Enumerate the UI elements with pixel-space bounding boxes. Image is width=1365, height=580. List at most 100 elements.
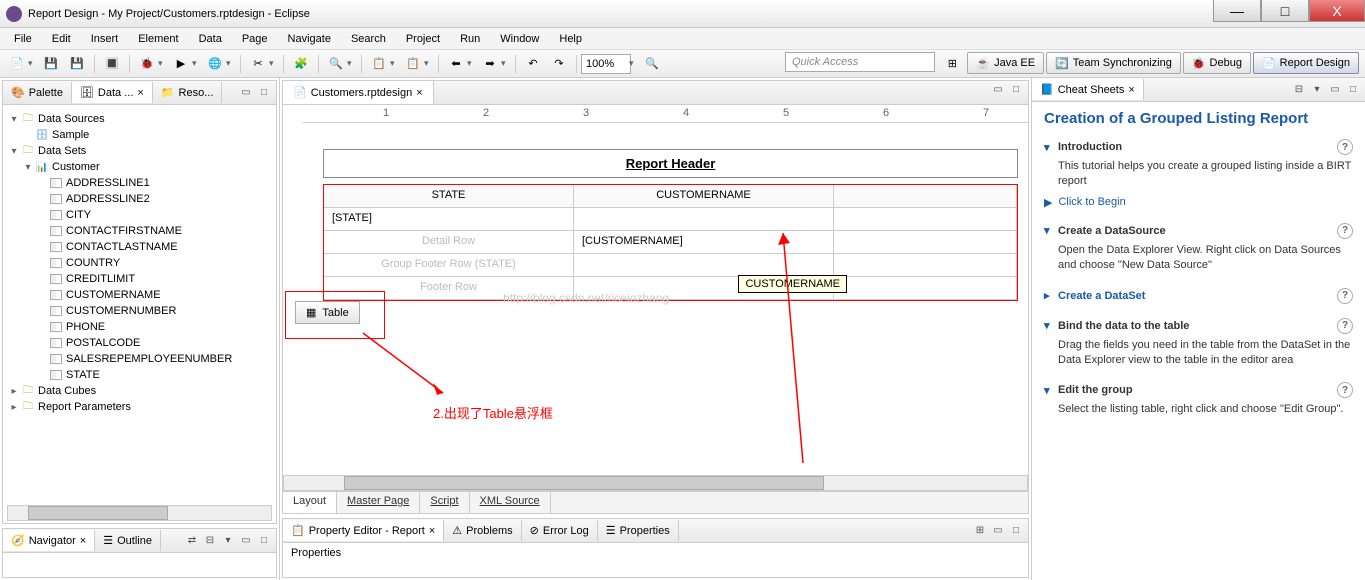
col-state-header[interactable]: STATE	[324, 185, 574, 207]
minimize-view-icon[interactable]: ▭	[990, 523, 1006, 539]
redo-button[interactable]: ↷	[547, 53, 571, 75]
report-canvas[interactable]: Report Header STATE CUSTOMERNAME [STATE]…	[283, 123, 1028, 475]
nav2-button[interactable]: 📋	[401, 53, 425, 75]
dropdown-icon[interactable]: ▾	[226, 58, 236, 69]
cheat-step-header[interactable]: ▸Create a DataSet?	[1044, 288, 1353, 304]
tree-column[interactable]: SALESREPEMPLOYEENUMBER	[7, 351, 272, 367]
dropdown-icon[interactable]: ▾	[467, 58, 477, 69]
tree-column[interactable]: CUSTOMERNUMBER	[7, 303, 272, 319]
close-icon[interactable]: ×	[429, 525, 435, 537]
maximize-view-icon[interactable]: □	[256, 533, 272, 549]
tab-navigator[interactable]: 🧭Navigator×	[3, 530, 95, 551]
toggle-icon[interactable]: ⊞	[972, 523, 988, 539]
tree-sample[interactable]: Sample	[52, 129, 89, 141]
detail-customername-cell[interactable]: [CUSTOMERNAME]	[574, 231, 834, 253]
minimize-view-icon[interactable]: ▭	[1327, 82, 1343, 98]
tab-layout[interactable]: Layout	[283, 492, 337, 513]
tab-property-editor[interactable]: 📋Property Editor - Report×	[283, 520, 444, 541]
cheat-step-header[interactable]: ▾Create a DataSource?	[1044, 223, 1353, 239]
menu-window[interactable]: Window	[490, 30, 549, 48]
saveall-button[interactable]: 💾	[65, 53, 89, 75]
debug-button[interactable]: 🐞	[135, 53, 159, 75]
menu-file[interactable]: File	[4, 30, 42, 48]
group-header-cell[interactable]: [STATE]	[324, 208, 574, 230]
dropdown-icon[interactable]: ▾	[28, 58, 38, 69]
dropdown-icon[interactable]: ▾	[629, 58, 639, 69]
tree-column[interactable]: ADDRESSLINE2	[7, 191, 272, 207]
menu-data[interactable]: Data	[189, 30, 232, 48]
tab-palette[interactable]: 🎨Palette	[3, 82, 72, 103]
close-icon[interactable]: ×	[416, 87, 422, 99]
perspective-team[interactable]: 🔄Team Synchronizing	[1046, 52, 1181, 74]
help-icon[interactable]: ?	[1337, 139, 1353, 155]
dropdown-icon[interactable]: ▾	[192, 58, 202, 69]
minimize-button[interactable]: —	[1213, 0, 1261, 22]
open-perspective-button[interactable]: ⊞	[940, 52, 964, 74]
breadcrumb-button[interactable]: 🧩	[289, 53, 313, 75]
tree-column[interactable]: ADDRESSLINE1	[7, 175, 272, 191]
maximize-view-icon[interactable]: □	[1345, 82, 1361, 98]
tree-column[interactable]: PHONE	[7, 319, 272, 335]
menu-edit[interactable]: Edit	[42, 30, 81, 48]
tree-column[interactable]: CUSTOMERNAME	[7, 287, 272, 303]
dropdown-icon[interactable]: ▾	[347, 58, 357, 69]
tree-column[interactable]: CONTACTFIRSTNAME	[7, 223, 272, 239]
undo-button[interactable]: ↶	[521, 53, 545, 75]
tab-resource[interactable]: 📁Reso...	[153, 82, 223, 103]
menu-page[interactable]: Page	[232, 30, 278, 48]
menu-icon[interactable]: ▾	[1309, 82, 1325, 98]
tab-masterpage[interactable]: Master Page	[337, 492, 420, 513]
link-icon[interactable]: ⇄	[184, 533, 200, 549]
menu-help[interactable]: Help	[549, 30, 592, 48]
help-icon[interactable]: ?	[1337, 223, 1353, 239]
zoom-tool-button[interactable]: 🔍	[640, 53, 664, 75]
cheat-step-header[interactable]: ▾Introduction?	[1044, 139, 1353, 155]
hscrollbar[interactable]	[7, 505, 272, 521]
tree-column[interactable]: STATE	[7, 367, 272, 383]
perspective-javaee[interactable]: ☕Java EE	[967, 52, 1044, 74]
save-button[interactable]: 💾	[39, 53, 63, 75]
dropdown-icon[interactable]: ▾	[501, 58, 511, 69]
maximize-view-icon[interactable]: □	[1008, 523, 1024, 539]
tab-errorlog[interactable]: ⊘Error Log	[522, 520, 598, 541]
close-button[interactable]: X	[1309, 0, 1365, 22]
dropdown-icon[interactable]: ▾	[158, 58, 168, 69]
tree-column[interactable]: CITY	[7, 207, 272, 223]
menu-project[interactable]: Project	[396, 30, 450, 48]
data-tree[interactable]: ▾🗀Data Sources 🗄Sample ▾🗀Data Sets ▾📊Cus…	[3, 105, 276, 503]
forward-button[interactable]: ➡	[478, 53, 502, 75]
tree-cubes[interactable]: Data Cubes	[38, 385, 96, 397]
perspective-report-design[interactable]: 📄Report Design	[1253, 52, 1359, 74]
menu-search[interactable]: Search	[341, 30, 396, 48]
table-handle[interactable]: ▦Table	[295, 301, 360, 324]
detail-row-label[interactable]: Detail Row	[324, 231, 574, 253]
tree-column[interactable]: CONTACTLASTNAME	[7, 239, 272, 255]
properties-section-label[interactable]: Properties	[283, 543, 1028, 563]
dropdown-icon[interactable]: ▾	[424, 58, 434, 69]
cheat-step-header[interactable]: ▾Edit the group?	[1044, 382, 1353, 398]
tab-cheat-sheets[interactable]: 📘Cheat Sheets×	[1032, 79, 1144, 100]
view-report-button[interactable]: 🌐	[203, 53, 227, 75]
tree-customer[interactable]: Customer	[52, 161, 100, 173]
menu-icon[interactable]: ▾	[220, 533, 236, 549]
col-blank-header[interactable]	[834, 185, 1017, 207]
tree-data-sources[interactable]: Data Sources	[38, 113, 105, 125]
tab-properties[interactable]: ☰Properties	[598, 520, 679, 541]
quick-access-input[interactable]: Quick Access	[785, 52, 935, 72]
tree-data-sets[interactable]: Data Sets	[38, 145, 86, 157]
editor-hscrollbar[interactable]	[283, 475, 1028, 491]
dropdown-icon[interactable]: ▾	[269, 58, 279, 69]
perspective-debug[interactable]: 🐞Debug	[1183, 52, 1251, 74]
help-icon[interactable]: ?	[1337, 382, 1353, 398]
tab-data-explorer[interactable]: 🗄Data ...×	[72, 82, 153, 103]
minimize-view-icon[interactable]: ▭	[990, 81, 1006, 97]
menu-run[interactable]: Run	[450, 30, 490, 48]
tree-column[interactable]: POSTALCODE	[7, 335, 272, 351]
cheat-step-header[interactable]: ▾Bind the data to the table?	[1044, 318, 1353, 334]
new-button[interactable]: 📄	[5, 53, 29, 75]
collapse-icon[interactable]: ⊟	[202, 533, 218, 549]
maximize-view-icon[interactable]: □	[256, 85, 272, 101]
close-icon[interactable]: ×	[80, 535, 86, 547]
dropdown-icon[interactable]: ▾	[390, 58, 400, 69]
minimize-view-icon[interactable]: ▭	[238, 533, 254, 549]
